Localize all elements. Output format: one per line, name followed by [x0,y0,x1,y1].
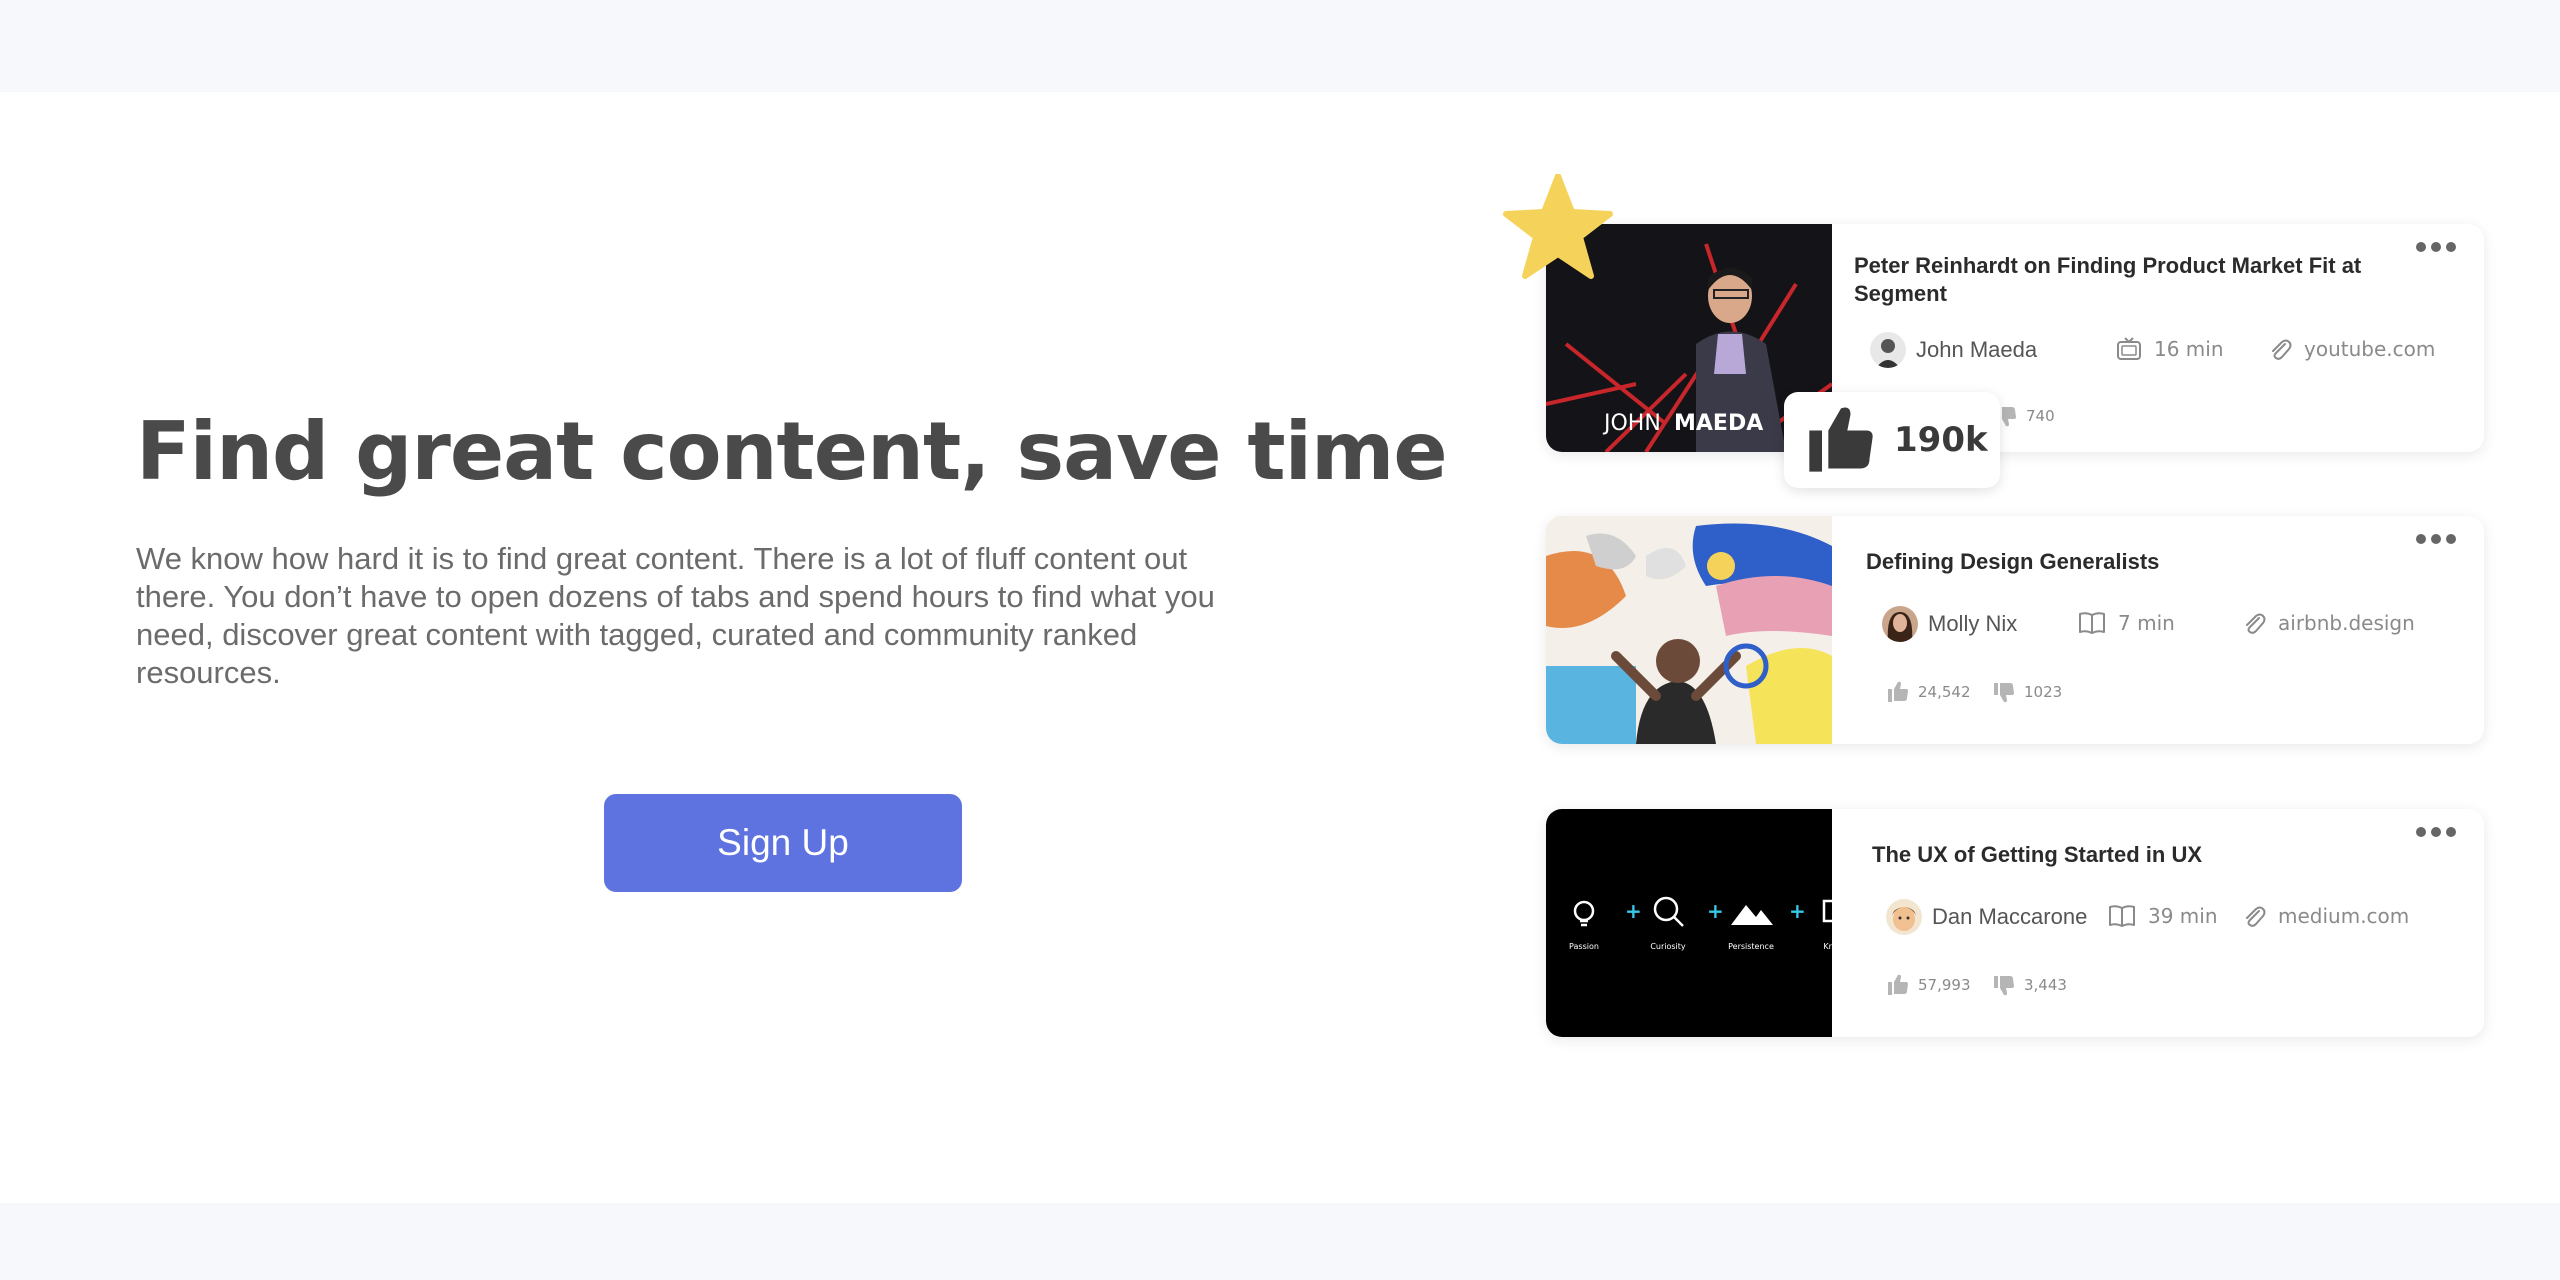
duration-text: 7 min [2118,611,2175,635]
author-name: Molly Nix [1928,611,2018,636]
card-title[interactable]: Peter Reinhardt on Finding Product Marke… [1854,252,2414,308]
like-button[interactable]: 57,993 [1886,973,1971,997]
book-icon [2079,612,2105,634]
hero-headline: Find great content, save time [136,405,1448,498]
dislike-button[interactable]: 1023 [1992,680,2062,704]
card-source-link[interactable]: medium.com [2242,903,2409,929]
slide-label: Curiosity [1650,942,1686,951]
like-count: 57,993 [1918,976,1971,994]
illustration-image [1546,516,1832,744]
card-author[interactable]: John Maeda [1870,332,2037,368]
content-card-3[interactable]: + + + Passion Curiosity Persistence Kno Th… [1546,809,2484,1037]
thumbnail-caption-bold: MAEDA [1674,411,1763,436]
thumbs-down-icon [1994,976,2014,996]
slide-label: Passion [1569,942,1599,951]
card-source-link[interactable]: youtube.com [2268,336,2435,362]
dislike-count: 740 [2026,407,2055,425]
paperclip-icon [2272,339,2292,360]
more-options-icon[interactable] [2416,242,2456,256]
svg-text:+: + [1707,899,1724,923]
source-text: youtube.com [2304,337,2436,361]
paperclip-icon [2246,906,2266,927]
like-count: 24,542 [1918,683,1971,701]
svg-text:+: + [1625,899,1642,923]
svg-text:+: + [1789,899,1806,923]
slide-label: Persistence [1728,942,1774,951]
card-duration: 7 min [2078,610,2175,636]
thumbs-up-icon [1809,407,1873,472]
sign-up-button[interactable]: Sign Up [604,794,962,892]
more-options-icon[interactable] [2416,534,2456,548]
card-title[interactable]: The UX of Getting Started in UX [1872,841,2432,869]
thumbs-up-icon [1888,681,1908,702]
card-author[interactable]: Dan Maccarone [1886,899,2087,935]
duration-text: 39 min [2148,904,2218,928]
slide-label: Kno [1823,942,1832,951]
slide-thumbnail-image: + + + Passion Curiosity Persistence Kno [1546,809,1832,1037]
dislike-button[interactable]: 740 [1994,404,2055,428]
duration-text: 16 min [2154,337,2224,361]
author-avatar [1886,899,1922,935]
thumbs-down-icon [1994,683,2014,703]
card-thumbnail[interactable] [1546,516,1832,744]
like-count-badge[interactable]: 190k [1784,392,2000,488]
card-title[interactable]: Defining Design Generalists [1866,548,2426,576]
source-text: airbnb.design [2278,611,2415,635]
paperclip-icon [2246,613,2266,634]
card-source-link[interactable]: airbnb.design [2242,610,2415,636]
dislike-button[interactable]: 3,443 [1992,973,2067,997]
author-name: Dan Maccarone [1932,904,2088,929]
card-thumbnail[interactable]: + + + Passion Curiosity Persistence Kno [1546,809,1832,1037]
source-text: medium.com [2278,904,2410,928]
tv-icon [2117,337,2141,360]
content-card-2[interactable]: Defining Design Generalists Molly Nix 7 … [1546,516,2484,744]
book-icon [2109,905,2135,927]
thumbs-up-icon [1888,974,1908,995]
star-icon[interactable] [1502,174,1614,280]
like-button[interactable]: 24,542 [1886,680,1971,704]
card-author[interactable]: Molly Nix [1882,606,2017,642]
author-name: John Maeda [1916,337,2038,362]
card-duration: 16 min [2116,336,2224,362]
content-card-1[interactable]: JOHN MAEDA Peter Reinhardt on Finding Pr… [1546,224,2484,452]
dislike-count: 3,443 [2024,976,2067,994]
dislike-count: 1023 [2024,683,2063,701]
thumbnail-caption-light: JOHN [1602,411,1661,436]
card-duration: 39 min [2108,903,2218,929]
author-avatar [1882,606,1918,642]
author-avatar [1870,332,1906,368]
more-options-icon[interactable] [2416,827,2456,841]
hero-description: We know how hard it is to find great con… [136,541,1215,690]
like-count: 190k [1894,420,1988,460]
